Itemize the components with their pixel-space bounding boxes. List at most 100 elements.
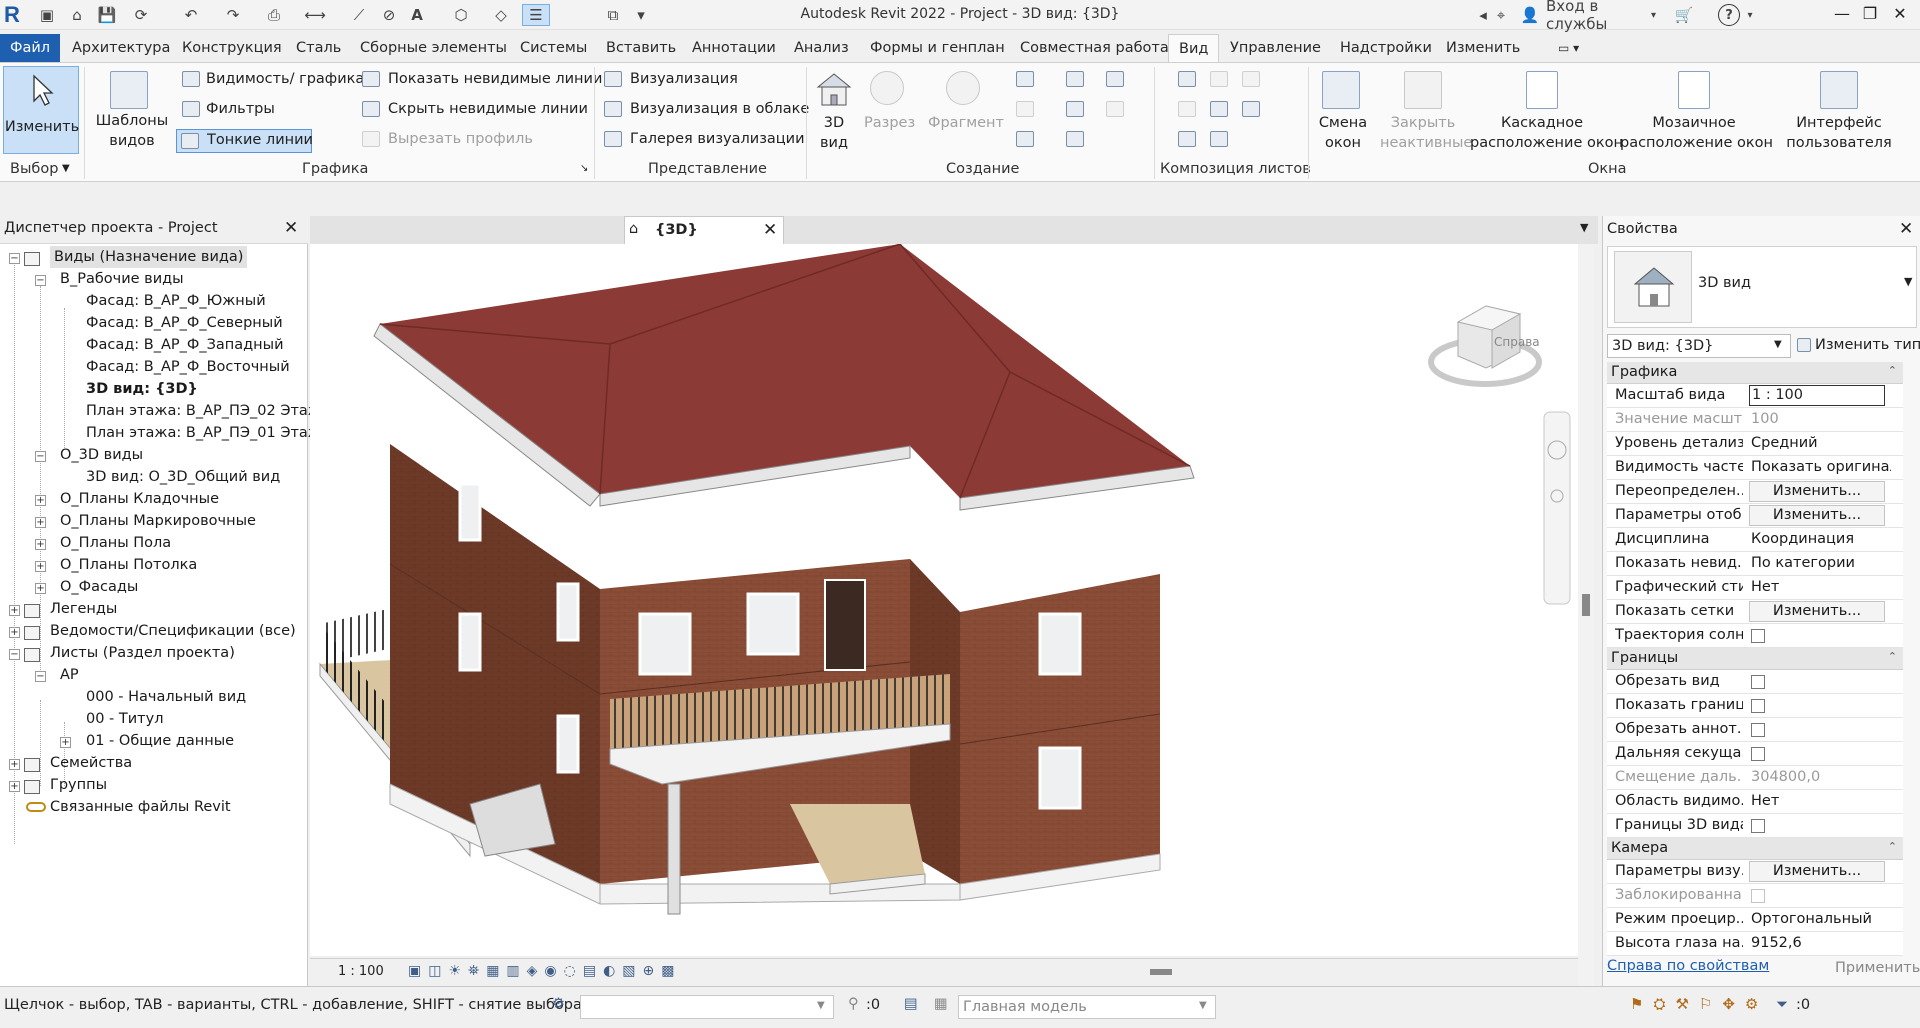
cascade-windows-icon[interactable]: [1526, 71, 1558, 109]
tree-item-facade-west[interactable]: Фасад: В_АР_Ф_Западный: [86, 334, 284, 356]
prop-value[interactable]: Нет: [1751, 579, 1891, 595]
3d-view-label-1[interactable]: 3D: [814, 115, 854, 131]
save-icon[interactable]: 💾: [96, 4, 118, 26]
prop-row[interactable]: Траектория солн...: [1607, 624, 1903, 648]
edit-button[interactable]: Изменить...: [1749, 505, 1885, 526]
prop-value[interactable]: Показать оригинал: [1751, 459, 1891, 475]
expand-toggle[interactable]: +: [35, 517, 46, 528]
render-button[interactable]: Визуализация: [630, 71, 738, 87]
info-icon[interactable]: ⌖: [1494, 4, 1508, 26]
remove-hidden-lines-button[interactable]: Скрыть невидимые линии: [388, 101, 588, 117]
prop-row[interactable]: Видимость частей Показать оригинал: [1607, 456, 1903, 480]
tree-item-facade-north[interactable]: Фасад: В_АР_Ф_Северный: [86, 312, 283, 334]
dimension-icon[interactable]: ⟋: [348, 4, 370, 26]
expand-toggle[interactable]: +: [9, 627, 20, 638]
minimize-icon[interactable]: —: [1828, 4, 1856, 23]
apply-button[interactable]: Применить: [1835, 960, 1920, 976]
prop-value[interactable]: По категории: [1751, 555, 1891, 571]
prop-row[interactable]: Показать границ...: [1607, 694, 1903, 718]
tab-manage[interactable]: Управление: [1224, 34, 1327, 62]
tree-item-floor-plans[interactable]: О_Планы Пола: [60, 532, 171, 554]
view-templates-icon[interactable]: [110, 71, 148, 109]
prop-row[interactable]: Параметры отоб... Изменить...: [1607, 504, 1903, 528]
type-dropdown-icon[interactable]: ▼: [1904, 275, 1912, 288]
collapse-toggle[interactable]: −: [35, 451, 46, 462]
tab-structure[interactable]: Конструкция: [176, 34, 288, 62]
type-selector[interactable]: 3D вид ▼: [1607, 246, 1917, 328]
edit-type-button[interactable]: Изменить тип: [1795, 334, 1920, 358]
tree-item-sheet-000[interactable]: 000 - Начальный вид: [86, 686, 246, 708]
prop-row[interactable]: Уровень детализ... Средний: [1607, 432, 1903, 456]
tree-item-groups[interactable]: Группы: [50, 774, 107, 796]
far-clip-checkbox[interactable]: [1751, 747, 1765, 761]
remove-hidden-lines-icon[interactable]: [362, 101, 380, 117]
tab-precast[interactable]: Сборные элементы: [354, 34, 513, 62]
help-icon[interactable]: ?: [1718, 4, 1740, 26]
switch-windows-label-2[interactable]: окон: [1308, 135, 1378, 151]
house-3d-model[interactable]: Справа: [310, 243, 1578, 956]
scrollbar-thumb[interactable]: [1582, 594, 1590, 616]
tree-item-facade-east[interactable]: Фасад: В_АР_Ф_Восточный: [86, 356, 290, 378]
tree-item-legends[interactable]: Легенды: [50, 598, 117, 620]
selection-options-icons[interactable]: ⚑⛭⚒⚐✥⚙: [1630, 995, 1768, 1013]
properties-help-link[interactable]: Справа по свойствам: [1607, 958, 1769, 974]
modify-button[interactable]: Изменить: [3, 66, 79, 154]
switch-windows-label-1[interactable]: Смена: [1308, 115, 1378, 131]
panel-select-label[interactable]: Выбор: [10, 161, 58, 177]
viewports-icon[interactable]: [1210, 131, 1228, 147]
thin-lines-qat-icon[interactable]: ☰: [522, 4, 550, 26]
switch-windows-icon[interactable]: ⧉: [596, 4, 630, 26]
user-interface-icon[interactable]: [1820, 71, 1858, 109]
expand-toggle[interactable]: +: [9, 781, 20, 792]
tab-insert[interactable]: Вставить: [600, 34, 682, 62]
tree-item-ceiling-plans[interactable]: О_Планы Потолка: [60, 554, 197, 576]
group-graphics[interactable]: Графика ⌃: [1607, 362, 1903, 384]
render-icon[interactable]: [604, 71, 622, 87]
expand-toggle[interactable]: +: [9, 759, 20, 770]
view-templates-label-2[interactable]: видов: [92, 133, 172, 149]
prop-row[interactable]: Обрезать вид: [1607, 670, 1903, 694]
tree-item-plan-02[interactable]: План этажа: В_АР_ПЭ_02 Этаж: [86, 400, 321, 422]
visibility-graphics-button[interactable]: Видимость/ графика: [206, 71, 364, 87]
tree-item-marking-plans[interactable]: О_Планы Маркировочные: [60, 510, 256, 532]
prop-row[interactable]: Графический сти... Нет: [1607, 576, 1903, 600]
show-hidden-lines-icon[interactable]: [362, 71, 380, 87]
section-icon[interactable]: ◇: [490, 4, 512, 26]
collapse-toggle[interactable]: −: [35, 671, 46, 682]
annotation-crop-checkbox[interactable]: [1751, 723, 1765, 737]
tab-analyze[interactable]: Анализ: [788, 34, 855, 62]
worksets-icon[interactable]: ⚙: [552, 996, 565, 1012]
tree-item-sheets[interactable]: Листы (Раздел проекта): [50, 642, 235, 664]
view-tab-3d[interactable]: ⌂ {3D} ✕: [624, 216, 784, 244]
tree-item-views[interactable]: Виды (Назначение вида): [50, 246, 248, 268]
crop-visible-checkbox[interactable]: [1751, 699, 1765, 713]
tree-item-o-3d-general[interactable]: 3D вид: О_3D_Общий вид: [86, 466, 280, 488]
sheet-icon[interactable]: [1178, 71, 1196, 87]
render-cloud-icon[interactable]: [604, 101, 622, 117]
filter-icon[interactable]: ⏷: [1776, 995, 1788, 1013]
group-camera[interactable]: Камера ⌃: [1607, 838, 1903, 860]
prop-row[interactable]: Высота глаза на... 9152,6: [1607, 932, 1903, 956]
prop-row[interactable]: Границы 3D вида: [1607, 814, 1903, 838]
instance-selector[interactable]: 3D вид: {3D} ▼: [1607, 334, 1791, 358]
view-control-icons[interactable]: ▣◫☀⛯▦▥◈◉◌▤◐▧⊕▩: [408, 963, 682, 979]
horizontal-scroll-thumb[interactable]: [1150, 969, 1172, 975]
user-interface-label-1[interactable]: Интерфейс: [1780, 115, 1898, 131]
prop-value[interactable]: 9152,6: [1751, 935, 1891, 951]
prop-value[interactable]: Координация: [1751, 531, 1891, 547]
tab-steel[interactable]: Сталь: [290, 34, 347, 62]
prop-value[interactable]: Средний: [1751, 435, 1891, 451]
search-arrow-icon[interactable]: ◂: [1476, 4, 1490, 26]
schedules-icon[interactable]: [1066, 131, 1084, 147]
tree-item-facades[interactable]: О_Фасады: [60, 576, 138, 598]
prop-value[interactable]: Нет: [1751, 793, 1891, 809]
crop-view-checkbox[interactable]: [1751, 675, 1765, 689]
viewcube-face-label[interactable]: Справа: [1494, 335, 1540, 349]
tile-windows-icon[interactable]: [1678, 71, 1710, 109]
plan-views-icon[interactable]: [1016, 71, 1034, 87]
prop-row[interactable]: Область видимо... Нет: [1607, 790, 1903, 814]
tab-view[interactable]: Вид: [1168, 34, 1220, 62]
user-icon[interactable]: 👤: [1520, 4, 1540, 26]
render-gallery-button[interactable]: Галерея визуализации: [630, 131, 805, 147]
collapse-toggle[interactable]: −: [9, 649, 20, 660]
